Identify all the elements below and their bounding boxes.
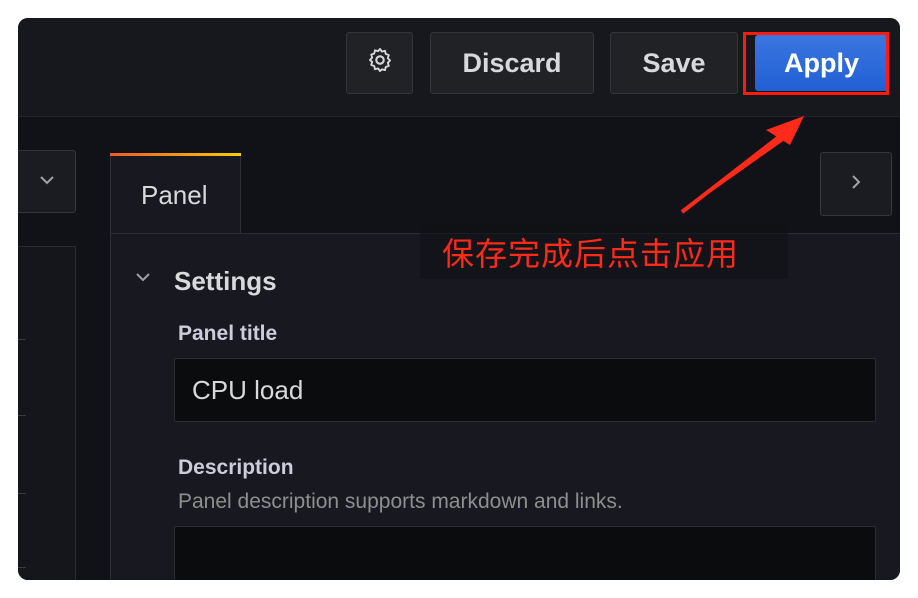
description-label: Description xyxy=(178,456,294,479)
description-textarea[interactable] xyxy=(174,526,876,580)
left-panel xyxy=(18,246,76,580)
panel-title-input[interactable]: CPU load xyxy=(174,358,876,422)
chevron-down-icon xyxy=(38,173,56,191)
chevron-down-icon[interactable] xyxy=(134,270,152,289)
settings-section-title[interactable]: Settings xyxy=(174,266,277,297)
tab-panel-label: Panel xyxy=(141,180,208,210)
divider xyxy=(18,493,26,494)
settings-button[interactable] xyxy=(346,32,413,94)
tab-panel[interactable]: Panel xyxy=(110,153,241,233)
save-button[interactable]: Save xyxy=(610,32,738,94)
left-collapse-button[interactable] xyxy=(18,150,76,213)
gear-icon xyxy=(366,46,394,81)
right-collapse-button[interactable] xyxy=(820,152,892,216)
annotation-text: 保存完成后点击应用 xyxy=(442,235,740,273)
panel-title-label: Panel title xyxy=(178,322,278,345)
app-window: Discard Save Apply Panel Settings Panel … xyxy=(18,18,900,580)
discard-button[interactable]: Discard xyxy=(430,32,594,94)
divider xyxy=(18,339,26,340)
divider xyxy=(18,415,26,416)
chevron-right-icon xyxy=(850,173,862,196)
apply-button[interactable]: Apply xyxy=(755,35,888,91)
description-hint: Panel description supports markdown and … xyxy=(178,490,623,513)
divider xyxy=(18,567,26,568)
top-toolbar: Discard Save Apply xyxy=(18,18,900,117)
active-tab-indicator xyxy=(110,153,241,156)
